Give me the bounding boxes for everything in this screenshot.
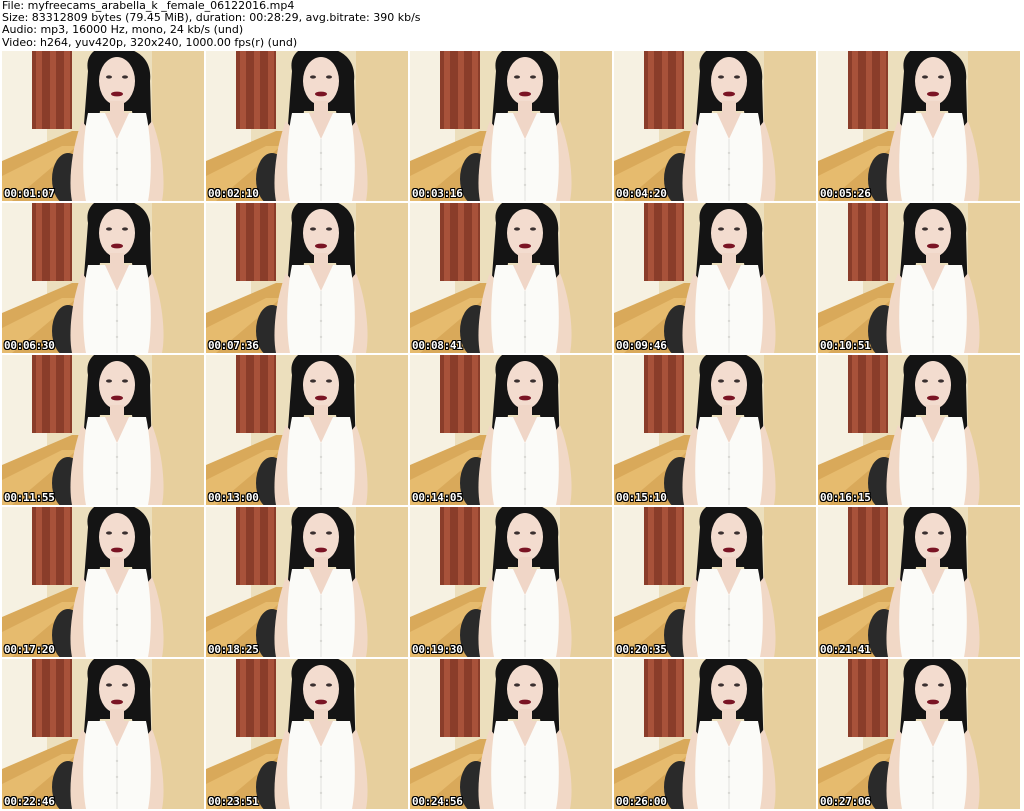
thumbnail-timestamp: 00:02:10 [208,187,259,200]
thumbnail-timestamp: 00:08:41 [412,339,463,352]
video-frame-image [2,355,204,505]
video-thumbnail: 00:11:55 [2,355,204,505]
thumbnail-timestamp: 00:22:46 [4,795,55,808]
video-thumbnail: 00:13:00 [206,355,408,505]
video-frame-image [410,355,612,505]
thumbnail-timestamp: 00:03:16 [412,187,463,200]
video-thumbnail: 00:01:07 [2,51,204,201]
thumbnail-timestamp: 00:06:30 [4,339,55,352]
thumbnail-timestamp: 00:20:35 [616,643,667,656]
thumbnail-timestamp: 00:10:51 [820,339,871,352]
video-thumbnail: 00:05:26 [818,51,1020,201]
thumbnail-grid: 00:01:07 00:02:10 00:03:16 00:04:20 00:0… [2,51,1020,809]
video-thumbnail: 00:19:30 [410,507,612,657]
video-info-line: Video: h264, yuv420p, 320x240, 1000.00 f… [2,35,298,49]
thumbnail-timestamp: 00:14:05 [412,491,463,504]
video-frame-image [2,659,204,809]
video-thumbnail: 00:23:51 [206,659,408,809]
video-frame-image [818,659,1020,809]
video-thumbnail: 00:10:51 [818,203,1020,353]
video-frame-image [818,203,1020,353]
thumbnail-timestamp: 00:05:26 [820,187,871,200]
video-thumbnail: 00:16:15 [818,355,1020,505]
video-frame-image [410,203,612,353]
thumbnail-timestamp: 00:15:10 [616,491,667,504]
video-thumbnail: 00:06:30 [2,203,204,353]
video-thumbnail: 00:14:05 [410,355,612,505]
video-frame-image [614,51,816,201]
video-frame-image [2,203,204,353]
video-thumbnail: 00:09:46 [614,203,816,353]
audio-info-line: Audio: mp3, 16000 Hz, mono, 24 kb/s (und… [2,23,244,37]
video-frame-image [206,507,408,657]
video-thumbnail: 00:02:10 [206,51,408,201]
video-frame-image [818,507,1020,657]
video-frame-image [206,659,408,809]
video-frame-image [614,507,816,657]
video-frame-image [614,355,816,505]
video-thumbnail: 00:18:25 [206,507,408,657]
video-frame-image [410,659,612,809]
thumbnail-timestamp: 00:21:41 [820,643,871,656]
video-frame-image [206,203,408,353]
video-thumbnail: 00:15:10 [614,355,816,505]
video-thumbnail: 00:26:00 [614,659,816,809]
thumbnail-timestamp: 00:19:30 [412,643,463,656]
video-frame-image [818,355,1020,505]
thumbnail-timestamp: 00:23:51 [208,795,259,808]
video-frame-image [206,51,408,201]
thumbnail-timestamp: 00:16:15 [820,491,871,504]
video-frame-image [410,51,612,201]
thumbnail-timestamp: 00:07:36 [208,339,259,352]
video-frame-image [2,51,204,201]
video-thumbnail: 00:27:06 [818,659,1020,809]
video-thumbnail: 00:07:36 [206,203,408,353]
video-frame-image [206,355,408,505]
video-thumbnail: 00:04:20 [614,51,816,201]
thumbnail-timestamp: 00:27:06 [820,795,871,808]
video-thumbnail: 00:03:16 [410,51,612,201]
video-frame-image [2,507,204,657]
thumbnail-timestamp: 00:04:20 [616,187,667,200]
video-thumbnail: 00:24:56 [410,659,612,809]
video-thumbnail: 00:17:20 [2,507,204,657]
video-frame-image [818,51,1020,201]
thumbnail-timestamp: 00:24:56 [412,795,463,808]
video-frame-image [410,507,612,657]
thumbnail-timestamp: 00:13:00 [208,491,259,504]
thumbnail-timestamp: 00:18:25 [208,643,259,656]
video-thumbnail: 00:21:41 [818,507,1020,657]
thumbnail-timestamp: 00:09:46 [616,339,667,352]
thumbnail-timestamp: 00:01:07 [4,187,55,200]
video-thumbnail: 00:08:41 [410,203,612,353]
thumbnail-timestamp: 00:17:20 [4,643,55,656]
video-frame-image [614,659,816,809]
thumbnail-timestamp: 00:11:55 [4,491,55,504]
thumbnail-timestamp: 00:26:00 [616,795,667,808]
video-thumbnail: 00:22:46 [2,659,204,809]
video-thumbnail: 00:20:35 [614,507,816,657]
video-frame-image [614,203,816,353]
file-info-header: File: myfreecams_arabella_k _female_0612… [2,0,1022,49]
